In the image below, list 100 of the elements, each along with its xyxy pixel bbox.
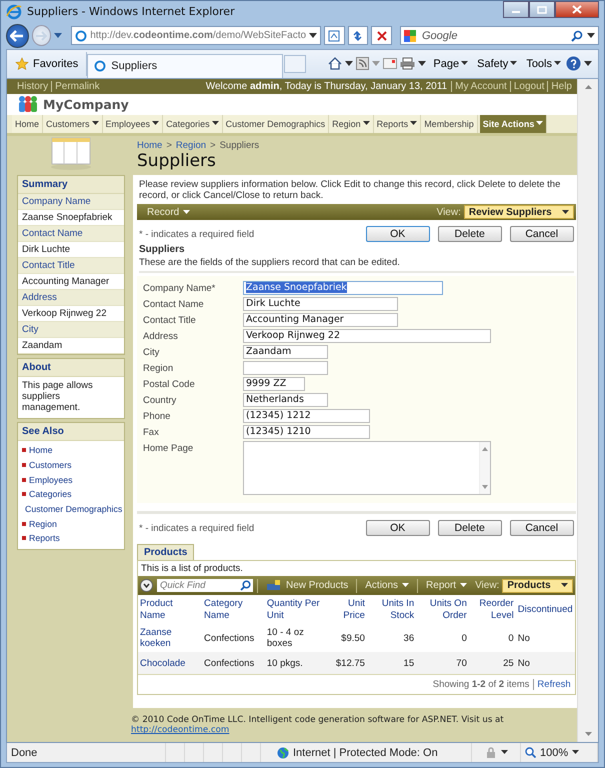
menu-item[interactable]: Customer Demographics (222, 114, 330, 133)
command-menu[interactable]: Page (429, 58, 470, 70)
refresh-button[interactable] (348, 26, 368, 46)
address-field[interactable]: http://dev.codeontime.com/demo/WebSiteFacto (71, 26, 322, 46)
print-icon[interactable] (400, 57, 416, 70)
compatibility-view-button[interactable] (324, 26, 345, 46)
text-field[interactable]: Verkoop Rijnweg 22 (243, 329, 491, 344)
table-cell: 10 pkgs. (266, 658, 303, 669)
menu-item[interactable]: Membership (421, 114, 478, 133)
breadcrumb-link[interactable]: Home (137, 140, 162, 151)
menu-item[interactable]: Categories (163, 114, 223, 133)
caret-icon (309, 32, 318, 39)
top-link[interactable]: My Account (451, 80, 507, 92)
scrollbar[interactable] (577, 78, 598, 742)
text-field[interactable]: Dirk Luchte (243, 297, 398, 312)
scrollbar[interactable] (479, 442, 490, 494)
summary-value: Zaandam (18, 338, 124, 354)
text-field[interactable]: Accounting Manager (243, 313, 398, 328)
menu-item[interactable]: Region (329, 114, 374, 133)
see-also-link[interactable]: Categories (29, 489, 72, 500)
form-button[interactable]: Cancel (510, 520, 574, 536)
report-menu[interactable]: Report (422, 580, 472, 592)
scroll-up-icon (482, 447, 488, 452)
caret-icon (572, 750, 580, 756)
back-button[interactable] (6, 24, 28, 48)
actions-menu[interactable]: Actions (361, 580, 414, 592)
command-menu[interactable]: Tools (522, 58, 563, 70)
column-header[interactable]: Discontinued (516, 595, 575, 624)
menu-item[interactable]: Employees (102, 114, 164, 133)
refresh-link[interactable]: Refresh (533, 679, 571, 690)
view-selector[interactable]: Products (502, 578, 573, 593)
breadcrumb-separator: > (166, 140, 172, 151)
column-header[interactable]: Unit Price (328, 595, 367, 624)
text-field[interactable]: Netherlands (243, 393, 328, 408)
new-products-button[interactable]: New Products (262, 580, 352, 592)
see-also-link[interactable]: Home (29, 445, 52, 456)
menu-item[interactable]: Home (12, 114, 44, 133)
text-field[interactable]: (12345) 1210 (243, 425, 370, 440)
welcome-text: Welcome admin, Today is Thursday, January 13, 2011 (206, 80, 448, 92)
product-link[interactable]: Zaanse koeken (140, 627, 200, 650)
quick-find-box[interactable]: Quick Find (157, 579, 253, 592)
form-button[interactable]: Cancel (510, 226, 574, 242)
see-also-heading: See Also (18, 422, 124, 441)
zoom-level[interactable]: 100% (540, 746, 568, 759)
menu-item[interactable]: Reports (374, 114, 422, 133)
home-icon[interactable] (328, 57, 342, 70)
top-link[interactable]: History (17, 80, 48, 92)
feed-icon[interactable] (356, 57, 370, 70)
top-link[interactable]: Help (547, 80, 572, 92)
column-header[interactable]: Product Name (138, 595, 202, 624)
footer-link[interactable]: http://codeontime.com (131, 725, 230, 736)
see-also-link[interactable]: Employees (29, 474, 73, 484)
column-header[interactable]: Units In Stock (366, 595, 416, 624)
caret-icon (372, 60, 380, 67)
see-also-link[interactable]: Region (29, 518, 57, 529)
form-button[interactable]: Delete (438, 520, 502, 536)
search-box[interactable]: Google (400, 26, 599, 46)
breadcrumb-link[interactable]: Region (176, 140, 206, 151)
text-field[interactable]: 9999 ZZ (243, 377, 305, 392)
form-button[interactable]: OK (366, 226, 430, 242)
field-label: Fax (143, 426, 160, 438)
view-selector[interactable]: Review Suppliers (464, 205, 574, 220)
text-field[interactable]: Zaandam (243, 345, 328, 360)
maximize-button[interactable] (529, 1, 555, 18)
browser-tab[interactable]: Suppliers (87, 54, 284, 78)
products-tab[interactable]: Products (137, 544, 194, 560)
form-button[interactable]: Delete (438, 226, 502, 242)
record-menu[interactable]: Record (143, 206, 194, 218)
form-button[interactable]: OK (366, 520, 430, 536)
current-page-crumb: Suppliers (220, 140, 260, 151)
stop-button[interactable] (371, 26, 392, 46)
text-field[interactable] (243, 361, 328, 376)
column-header[interactable]: Category Name (202, 595, 265, 624)
column-header[interactable]: Quantity Per Unit (264, 595, 328, 624)
caret-icon (460, 583, 468, 588)
menu-item[interactable]: Customers (43, 114, 103, 133)
paging-info: Showing 1-2 of 2 items (432, 679, 530, 690)
column-header[interactable]: Reorder Level (468, 595, 516, 624)
top-link[interactable]: Logout (510, 80, 544, 92)
column-header[interactable]: Units On Order (416, 595, 469, 624)
caret-icon (362, 121, 370, 126)
text-field[interactable]: Zaanse Snoepfabriek (243, 281, 443, 296)
search-field[interactable]: Google (420, 28, 567, 43)
text-field[interactable]: (12345) 1212 (243, 409, 370, 424)
collapse-toggle-icon[interactable] (140, 579, 153, 592)
see-also-link[interactable]: Reports (29, 533, 60, 544)
minimize-button[interactable] (503, 1, 529, 18)
form-title: Suppliers (139, 244, 186, 256)
bullet-icon (22, 448, 26, 452)
help-icon[interactable] (566, 56, 581, 72)
close-button[interactable] (555, 1, 599, 18)
see-also-link[interactable]: Customer Demographics (25, 504, 122, 514)
site-actions-menu[interactable]: Site Actions (480, 114, 548, 133)
see-also-link[interactable]: Customers (29, 460, 72, 470)
mail-icon[interactable] (383, 58, 398, 70)
top-link[interactable]: Permalink (51, 80, 100, 92)
close-icon (572, 5, 582, 14)
page-icon (94, 60, 106, 72)
command-menu[interactable]: Safety (473, 58, 520, 70)
summary-label: Contact Title (18, 258, 124, 274)
